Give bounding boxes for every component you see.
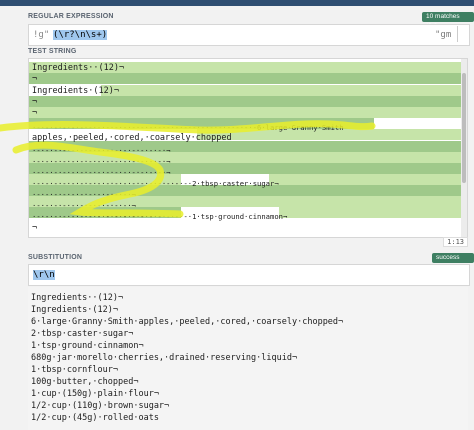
match-band xyxy=(29,96,467,107)
test-line: ·-·-·-·-·-·-·-·-·-·-·-·-·-·-·-·¬ xyxy=(32,168,171,177)
match-band xyxy=(101,85,467,96)
test-line: ·-·-·-·-·-·-·-·-·-·-·-·-·-·-·-·-·-·-·1·t… xyxy=(32,212,288,221)
match-band xyxy=(29,107,467,118)
regex-section-label: REGULAR EXPRESSION xyxy=(28,13,114,20)
result-line: 6·large·Granny·Smith·apples,·peeled,·cor… xyxy=(31,317,344,327)
test-line: ¬ xyxy=(32,108,38,118)
test-string-editor[interactable]: Ingredients··(12)¬ ¬ Ingredients·(12)¬ ¬… xyxy=(28,58,468,238)
result-line: 1/2·cup·(110g)·brown·sugar¬ xyxy=(31,401,170,411)
test-line: apples,·peeled,·cored,·coarsely·chopped xyxy=(32,133,232,143)
result-line: 1·tsp·ground·cinnamon¬ xyxy=(31,341,144,351)
result-line: 2·tbsp·caster·sugar¬ xyxy=(31,329,134,339)
test-scrollbar-thumb[interactable] xyxy=(462,73,466,183)
substitution-value[interactable]: \r\n xyxy=(33,270,55,280)
result-line: Ingredients·(12)¬ xyxy=(31,305,118,315)
test-line: ·-·-·-·-·-·-·-·-·-·-·-·-·-·-·-·-·-·-·-·-… xyxy=(32,123,344,132)
test-scrollbar[interactable] xyxy=(461,59,467,237)
test-line: ¬ xyxy=(32,223,38,233)
test-line: ·-·-·-·-·-·-·-·-·-·-·-·-·-·-·-·¬ xyxy=(32,157,171,166)
result-line: Ingredients··(12)¬ xyxy=(31,293,124,303)
result-line: 1·cup·(150g)·plain·flour¬ xyxy=(31,389,159,399)
substitution-input[interactable]: \r\n xyxy=(28,264,470,286)
regex-delimiter-open: !g" xyxy=(33,30,50,40)
match-band xyxy=(279,207,467,218)
test-line: Ingredients··(12)¬ xyxy=(32,63,125,73)
regex-pattern[interactable]: (\r?\n\s+) xyxy=(53,30,108,40)
result-line: 1·tbsp·cornflour¬ xyxy=(31,365,118,375)
test-line: ¬ xyxy=(32,74,38,84)
test-line: Ingredients·(12)¬ xyxy=(32,86,119,96)
test-string-label: TEST STRING xyxy=(28,48,77,55)
result-line: 1/2·cup·(45g)·rolled·oats xyxy=(31,413,159,423)
substitution-label: SUBSTITUTION xyxy=(28,254,83,261)
result-line: 680g·jar·morello·cherries,·drained·reser… xyxy=(31,353,298,363)
regex-flags[interactable]: "gm xyxy=(435,30,451,40)
substitution-result: Ingredients··(12)¬ Ingredients·(12)¬ 6·l… xyxy=(28,287,468,430)
test-line: ·-·-·-·-·-·-·-·-·-·-·-·-·-·-·-·¬ xyxy=(32,146,171,155)
matches-badge: 10 matches (2.0ms xyxy=(422,12,474,30)
app-top-bar xyxy=(0,0,474,6)
match-band xyxy=(269,174,467,185)
cursor-position: 1:13 xyxy=(443,237,468,247)
result-line: 100g·butter,·chopped¬ xyxy=(31,377,139,387)
test-line: ·-·-·-·-·-·-·-·-·-·-·-·¬ xyxy=(32,201,136,210)
success-badge: success (1.0ms xyxy=(432,253,474,271)
regex-flags-divider xyxy=(457,26,468,42)
test-line: ·-·-·-·-·-·-·-·-·-·-·-·¬ xyxy=(32,190,136,199)
test-line: ·-·-·-·-·-·-·-·-·-·-·-·-·-·-·-·-·-·-·2·t… xyxy=(32,179,279,188)
test-line: ¬ xyxy=(32,97,38,107)
match-band xyxy=(29,73,467,84)
regex-input[interactable]: !g" (\r?\n\s+) "gm xyxy=(28,24,470,46)
